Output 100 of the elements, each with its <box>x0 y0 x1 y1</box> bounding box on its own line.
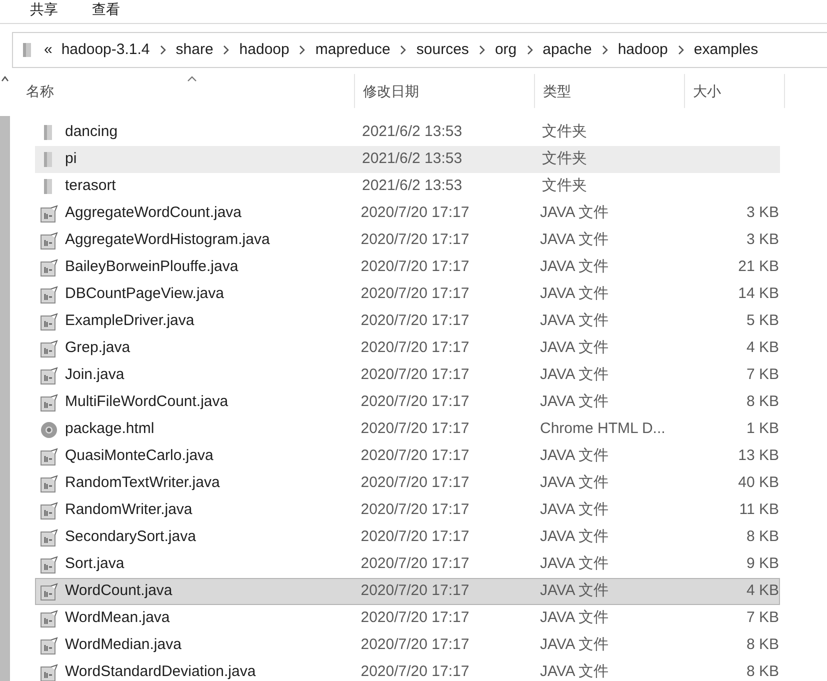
browser-file-icon <box>40 420 58 438</box>
file-size: 4 KB <box>745 581 779 602</box>
breadcrumb-item[interactable]: hadoop-3.1.4 <box>61 38 150 62</box>
chevron-icon <box>478 45 486 55</box>
file-type: JAVA 文件 <box>540 500 610 520</box>
file-type: 文件夹 <box>542 176 588 196</box>
modified-date: 2020/7/20 17:17 <box>360 311 470 332</box>
file-row[interactable]: WordMedian.java 2020/7/20 17:17 JAVA 文件 8 KB <box>35 632 780 659</box>
modified-date: 2020/7/20 17:17 <box>360 554 470 574</box>
file-type: JAVA 文件 <box>540 608 610 628</box>
file-row[interactable]: Grep.java 2020/7/20 17:17 JAVA 文件 4 KB <box>35 335 780 362</box>
file-size: 3 KB <box>745 230 779 250</box>
file-row[interactable]: pi 2021/6/2 13:53 文件夹 <box>35 146 780 173</box>
java-file-icon <box>40 204 58 222</box>
file-type: Chrome HTML D... <box>540 419 666 440</box>
folder-icon <box>23 43 31 57</box>
breadcrumb-item[interactable]: hadoop <box>239 38 290 62</box>
file-row[interactable]: RandomTextWriter.java 2020/7/20 17:17 JAVA 文件 40 KB <box>35 470 780 497</box>
file-row[interactable]: dancing 2021/6/2 13:53 文件夹 <box>35 119 780 146</box>
column-header[interactable]: 类型 <box>535 74 685 108</box>
modified-date: 2020/7/20 17:17 <box>360 419 470 440</box>
breadcrumb-item[interactable]: examples <box>694 38 758 62</box>
address-bar[interactable]: « hadoop-3.1.4 share hadoop mapreduce sources org apache hadoop examples <box>12 32 827 68</box>
java-file-icon <box>40 394 58 412</box>
folder-icon <box>44 125 52 140</box>
file-size: 7 KB <box>745 365 779 386</box>
column-header[interactable]: 修改日期 <box>355 74 535 108</box>
modified-date: 2020/7/20 17:17 <box>360 662 470 681</box>
file-type: JAVA 文件 <box>540 662 610 681</box>
modified-date: 2020/7/20 17:17 <box>360 635 470 656</box>
breadcrumb-item[interactable]: share <box>176 38 214 62</box>
overflow-chevron[interactable]: « <box>44 38 52 62</box>
file-name: RandomTextWriter.java <box>65 473 221 494</box>
modified-date: 2020/7/20 17:17 <box>360 338 470 358</box>
file-row[interactable]: WordStandardDeviation.java 2020/7/20 17:17 JAVA 文件 8 KB <box>35 659 780 681</box>
file-name: Grep.java <box>65 338 132 358</box>
modified-date: 2020/7/20 17:17 <box>360 257 470 278</box>
java-file-icon <box>40 502 58 520</box>
file-type: 文件夹 <box>542 122 588 142</box>
file-row[interactable]: ExampleDriver.java 2020/7/20 17:17 JAVA 文件 5 KB <box>35 308 780 335</box>
file-row[interactable]: RandomWriter.java 2020/7/20 17:17 JAVA 文件 11 KB <box>35 497 780 524</box>
file-row[interactable]: DBCountPageView.java 2020/7/20 17:17 JAVA 文件 14 KB <box>35 281 780 308</box>
sort-caret-icon <box>187 76 197 82</box>
file-row[interactable]: Join.java 2020/7/20 17:17 JAVA 文件 7 KB <box>35 362 780 389</box>
java-file-icon <box>40 556 58 574</box>
modified-date: 2020/7/20 17:17 <box>360 608 470 628</box>
file-type: JAVA 文件 <box>540 635 610 656</box>
file-size: 3 KB <box>745 203 779 224</box>
chevron-icon <box>676 45 685 55</box>
scrollbar-thumb[interactable] <box>0 116 10 681</box>
file-row[interactable]: QuasiMonteCarlo.java 2020/7/20 17:17 JAVA 文件 13 KB <box>35 443 780 470</box>
file-type: JAVA 文件 <box>540 554 610 574</box>
file-size: 5 KB <box>745 311 779 332</box>
file-name: DBCountPageView.java <box>65 284 225 304</box>
chevron-icon <box>222 45 230 55</box>
file-row[interactable]: AggregateWordCount.java 2020/7/20 17:17 JAVA 文件 3 KB <box>35 200 780 227</box>
breadcrumb-item[interactable]: org <box>494 38 517 62</box>
java-file-icon <box>40 610 58 628</box>
file-size: 7 KB <box>745 608 779 628</box>
file-row[interactable]: SecondarySort.java 2020/7/20 17:17 JAVA 文件 8 KB <box>35 524 780 551</box>
breadcrumb-item[interactable]: apache <box>542 38 592 62</box>
file-name: pi <box>65 149 78 170</box>
file-type: JAVA 文件 <box>540 311 610 332</box>
file-type: JAVA 文件 <box>540 581 610 602</box>
java-file-icon <box>40 664 58 681</box>
modified-date: 2020/7/20 17:17 <box>360 230 470 250</box>
breadcrumb-item[interactable]: hadoop <box>618 38 668 62</box>
file-row[interactable]: terasort 2021/6/2 13:53 文件夹 <box>35 173 780 200</box>
file-size: 8 KB <box>745 662 779 681</box>
ribbon-tab[interactable]: 共享 <box>30 0 58 18</box>
folder-icon <box>44 152 52 167</box>
file-row[interactable]: AggregateWordHistogram.java 2020/7/20 17:17 JAVA 文件 3 KB <box>35 227 780 254</box>
file-row[interactable]: package.html 2020/7/20 17:17 Chrome HTML D... 1 KB <box>35 416 780 443</box>
file-type: JAVA 文件 <box>540 365 610 386</box>
file-row[interactable]: WordMean.java 2020/7/20 17:17 JAVA 文件 7 KB <box>35 605 780 632</box>
column-header[interactable]: 大小 <box>685 74 785 108</box>
modified-date: 2020/7/20 17:17 <box>360 203 470 224</box>
file-name: BaileyBorweinPlouffe.java <box>65 257 240 278</box>
chevron-icon <box>298 45 306 55</box>
file-row[interactable]: Sort.java 2020/7/20 17:17 JAVA 文件 9 KB <box>35 551 780 578</box>
file-size: 21 KB <box>737 257 779 278</box>
modified-date: 2020/7/20 17:17 <box>360 473 470 494</box>
breadcrumb-item[interactable]: sources <box>416 38 469 62</box>
file-row[interactable]: WordCount.java 2020/7/20 17:17 JAVA 文件 4 KB <box>35 578 780 605</box>
file-row[interactable]: BaileyBorweinPlouffe.java 2020/7/20 17:17 JAVA 文件 21 KB <box>35 254 780 281</box>
column-header[interactable]: 名称 <box>12 74 355 108</box>
scroll-up-icon[interactable] <box>1 76 9 82</box>
java-file-icon <box>40 582 58 600</box>
file-name: ExampleDriver.java <box>65 311 196 332</box>
ribbon-tab[interactable]: 查看 <box>92 0 120 18</box>
file-size: 40 KB <box>737 473 779 494</box>
chevron-icon <box>399 45 408 55</box>
file-type: JAVA 文件 <box>540 446 610 466</box>
folder-icon <box>44 179 52 194</box>
modified-date: 2020/7/20 17:17 <box>360 527 470 548</box>
file-row[interactable]: MultiFileWordCount.java 2020/7/20 17:17 JAVA 文件 8 KB <box>35 389 780 416</box>
chevron-icon <box>158 45 167 55</box>
breadcrumb-item[interactable]: mapreduce <box>315 38 390 62</box>
file-name: Sort.java <box>65 554 126 574</box>
java-file-icon <box>40 232 58 250</box>
